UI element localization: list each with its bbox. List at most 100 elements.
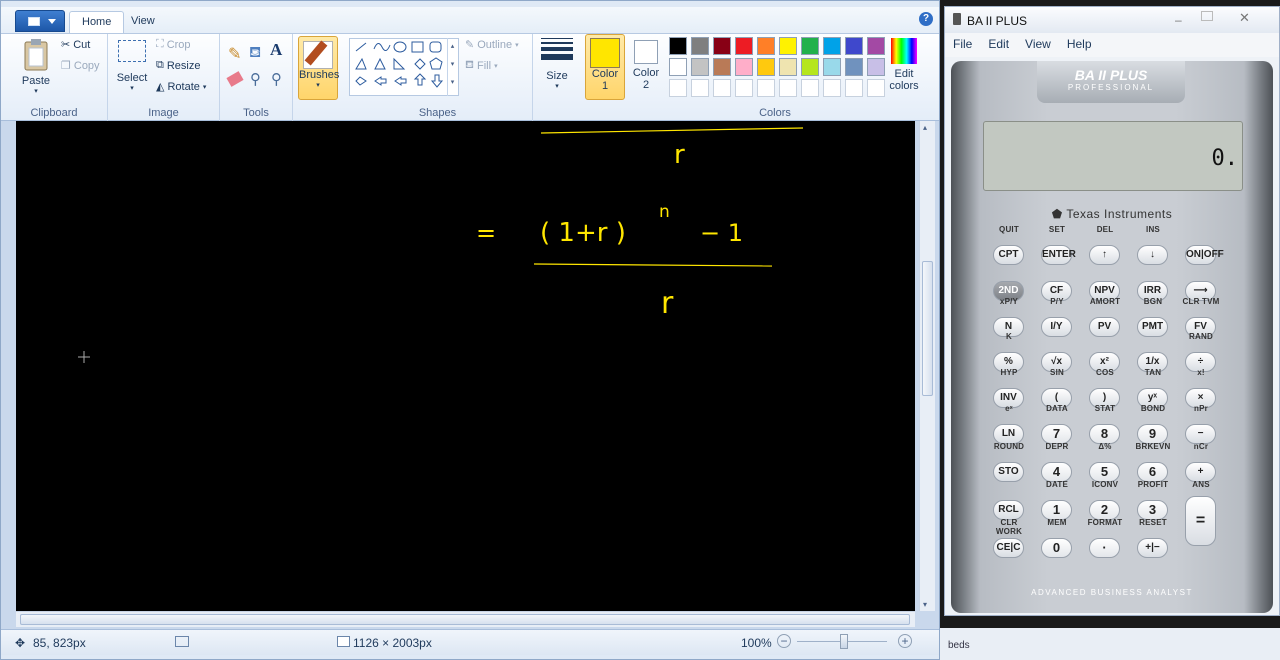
color-swatch[interactable] — [823, 37, 841, 55]
drawing-canvas[interactable]: r = ( 1+r ) n − 1 r — [16, 121, 915, 611]
maximize-icon[interactable] — [1201, 11, 1213, 21]
zoom-slider-thumb[interactable] — [840, 634, 848, 649]
color-swatch[interactable] — [867, 37, 885, 55]
calc-key[interactable]: 0 — [1041, 538, 1072, 558]
calc-key[interactable]: 9 — [1137, 424, 1168, 444]
color-swatch[interactable] — [713, 37, 731, 55]
calc-key[interactable]: ↑ — [1089, 245, 1120, 265]
text-tool-icon[interactable]: A — [270, 40, 282, 60]
calc-key[interactable]: 7 — [1041, 424, 1072, 444]
shapes-gallery[interactable] — [349, 38, 459, 96]
vertical-scrollbar[interactable]: ▴ ▾ — [919, 121, 935, 611]
color-swatch[interactable] — [691, 58, 709, 76]
empty-color-swatch[interactable] — [713, 79, 731, 97]
menu-edit[interactable]: Edit — [980, 33, 1017, 57]
magnifier-icon[interactable]: ⚲ — [271, 70, 282, 88]
color-swatch[interactable] — [713, 58, 731, 76]
color-swatch[interactable] — [779, 58, 797, 76]
calc-key[interactable]: 1 — [1041, 500, 1072, 520]
paste-button[interactable]: Paste ▾ — [17, 38, 55, 95]
calc-key[interactable]: RCL — [993, 500, 1024, 520]
tab-home[interactable]: Home — [69, 11, 125, 33]
empty-color-swatch[interactable] — [801, 79, 819, 97]
color-swatch[interactable] — [823, 58, 841, 76]
brushes-button[interactable]: Brushes ▾ — [298, 36, 339, 100]
tab-view[interactable]: View — [119, 11, 167, 33]
zoom-in-icon[interactable]: + — [898, 634, 912, 648]
empty-color-swatch[interactable] — [669, 79, 687, 97]
shapes-scroll[interactable]: ▴ ▾ ▾ — [447, 38, 457, 96]
calc-key[interactable]: 5 — [1089, 462, 1120, 482]
color-swatch[interactable] — [867, 58, 885, 76]
calc-key[interactable]: CE|C — [993, 538, 1024, 558]
menu-view[interactable]: View — [1017, 33, 1059, 57]
calc-key[interactable]: STO — [993, 462, 1024, 482]
color-swatch[interactable] — [757, 58, 775, 76]
color-swatch[interactable] — [691, 37, 709, 55]
empty-color-swatch[interactable] — [845, 79, 863, 97]
zoom-out-icon[interactable]: − — [777, 634, 791, 648]
color-swatch[interactable] — [845, 58, 863, 76]
color-swatch[interactable] — [735, 58, 753, 76]
cut-button[interactable]: ✂ Cut — [61, 38, 90, 52]
eraser-icon[interactable] — [226, 71, 244, 87]
horizontal-scroll-thumb[interactable] — [20, 614, 910, 625]
calc-key[interactable]: 8 — [1089, 424, 1120, 444]
calc-key[interactable]: + — [1185, 462, 1216, 482]
calc-key[interactable]: − — [1185, 424, 1216, 444]
color-swatch[interactable] — [801, 37, 819, 55]
menu-help[interactable]: Help — [1059, 33, 1100, 57]
color-swatch[interactable] — [845, 37, 863, 55]
minimize-icon[interactable]: – — [1175, 13, 1189, 27]
color-swatch[interactable] — [669, 37, 687, 55]
empty-color-swatch[interactable] — [691, 79, 709, 97]
empty-color-swatch[interactable] — [867, 79, 885, 97]
calc-key[interactable]: = — [1185, 496, 1216, 546]
menu-file[interactable]: File — [945, 33, 980, 57]
calc-key[interactable]: 3 — [1137, 500, 1168, 520]
size-button[interactable]: Size ▾ — [537, 36, 577, 90]
calc-key[interactable]: ↓ — [1137, 245, 1168, 265]
scroll-up-icon[interactable]: ▴ — [923, 123, 927, 132]
calc-key[interactable]: 6 — [1137, 462, 1168, 482]
copy-button[interactable]: ❐ Copy — [61, 59, 100, 73]
color-swatch[interactable] — [735, 37, 753, 55]
outline-button[interactable]: ✎ Outline ▾ — [465, 38, 519, 52]
calc-key[interactable]: +|− — [1137, 538, 1168, 558]
empty-color-swatch[interactable] — [757, 79, 775, 97]
color-swatch[interactable] — [757, 37, 775, 55]
calc-key[interactable]: · — [1089, 538, 1120, 558]
color-swatch[interactable] — [801, 58, 819, 76]
color-picker-icon[interactable]: ⚲ — [250, 70, 261, 88]
crop-button[interactable]: ⛶ Crop — [156, 38, 191, 51]
color2-button[interactable]: Color 2 — [627, 34, 665, 100]
color-swatch[interactable] — [669, 58, 687, 76]
calc-key[interactable]: CPT — [993, 245, 1024, 265]
color1-button[interactable]: Color 1 — [585, 34, 625, 100]
calc-key[interactable]: LN — [993, 424, 1024, 444]
calc-key[interactable]: ENTER — [1041, 245, 1076, 265]
calc-key[interactable]: PV — [1089, 317, 1120, 337]
close-icon[interactable]: ✕ — [1239, 10, 1250, 26]
fill-button[interactable]: ⛾ Fill ▾ — [465, 59, 498, 73]
calc-key[interactable]: ON|OFF — [1185, 245, 1224, 265]
vertical-scroll-thumb[interactable] — [922, 261, 933, 396]
empty-color-swatch[interactable] — [779, 79, 797, 97]
scroll-down-icon[interactable]: ▾ — [923, 600, 927, 609]
pencil-icon[interactable]: ✎ — [228, 44, 241, 64]
fill-bucket-icon[interactable]: ⛾ — [249, 44, 261, 63]
edit-colors-button[interactable]: Edit colors — [885, 36, 923, 92]
resize-button[interactable]: ⧉ Resize — [156, 59, 200, 72]
calc-key[interactable]: I/Y — [1041, 317, 1072, 337]
help-icon[interactable]: ? — [919, 12, 933, 26]
select-button[interactable]: Select ▾ — [114, 40, 150, 92]
calc-key[interactable]: PMT — [1137, 317, 1168, 337]
calc-key[interactable]: 4 — [1041, 462, 1072, 482]
color-swatch[interactable] — [779, 37, 797, 55]
empty-color-swatch[interactable] — [735, 79, 753, 97]
rotate-button[interactable]: ◭ Rotate ▾ — [156, 80, 206, 94]
horizontal-scrollbar[interactable] — [16, 611, 915, 627]
empty-color-swatch[interactable] — [823, 79, 841, 97]
calc-key[interactable]: 2 — [1089, 500, 1120, 520]
paint-menu-button[interactable] — [15, 10, 65, 32]
